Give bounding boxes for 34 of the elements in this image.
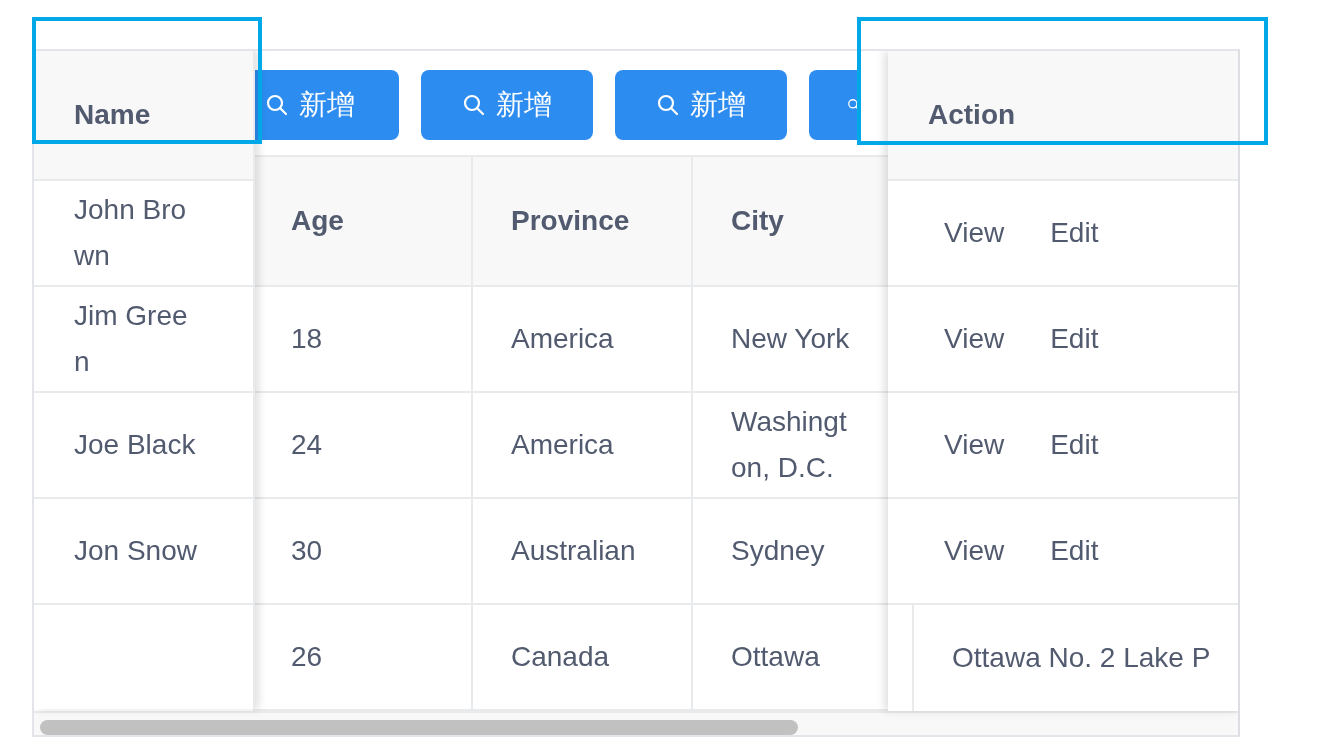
table-cell-text: Jon Snow [74, 534, 198, 568]
search-icon [656, 93, 680, 117]
table-cell-text: Australian [511, 534, 636, 568]
edit-link[interactable]: Edit [1050, 424, 1099, 466]
scrollbar-thumb[interactable] [40, 719, 798, 735]
table-cell-text: 30 [291, 534, 323, 568]
table-cell-text: Jim Green [74, 299, 189, 379]
table-cell-text: John Brown [74, 193, 188, 273]
view-link[interactable]: View [944, 318, 1005, 360]
view-link[interactable]: View [944, 424, 1005, 466]
table-cell-text: Canada [511, 640, 610, 674]
table-cell-text: New York [731, 322, 851, 356]
view-link[interactable]: View [944, 212, 1005, 254]
edit-link[interactable]: Edit [1050, 530, 1099, 572]
table-cell-text: Ottawa No. 2 Lake P [952, 641, 1211, 675]
table-cell-text: Washington, D.C. [731, 405, 848, 485]
edit-link[interactable]: Edit [1050, 318, 1099, 360]
view-link[interactable]: View [944, 530, 1005, 572]
column-header: Action [928, 98, 1016, 132]
table-cell-text: Ottawa [731, 640, 821, 674]
table-cell-text: 18 [291, 322, 323, 356]
table-cell-text: Joe Black [74, 428, 197, 462]
edit-link[interactable]: Edit [1050, 212, 1099, 254]
column-header: Age [291, 204, 344, 238]
table-cell-text: America [511, 428, 614, 462]
column-header: Name [74, 98, 151, 132]
column-header: City [731, 204, 784, 238]
table-cell-text: 24 [291, 428, 323, 462]
table-cell-text: 26 [291, 640, 323, 674]
table-cell-text: Sydney [731, 534, 826, 568]
search-icon [265, 93, 289, 117]
search-icon [462, 93, 486, 117]
column-header: Province [511, 204, 630, 238]
table-cell-text: America [511, 322, 614, 356]
